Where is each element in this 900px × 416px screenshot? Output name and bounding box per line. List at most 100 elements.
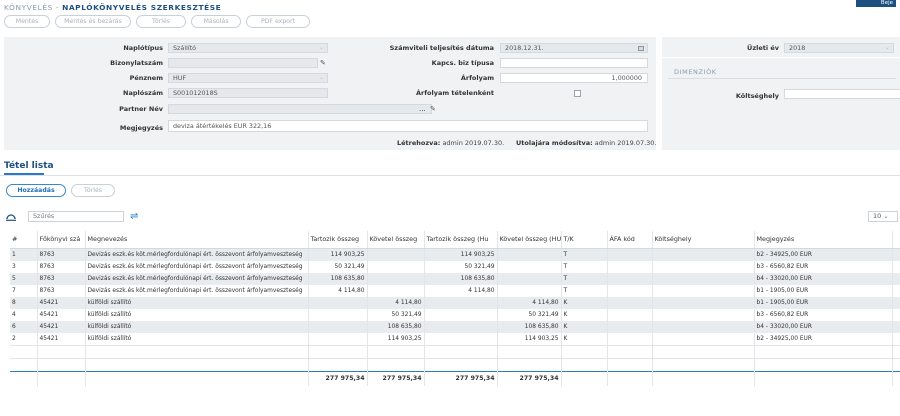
table-row[interactable]: 7 8763 Devizás eszk.és köt.mérlegfordulóna… bbox=[10, 284, 900, 297]
filter-input[interactable]: Szűrés bbox=[28, 211, 124, 222]
table-cell: 8763 bbox=[37, 284, 86, 297]
table-cell: 8763 bbox=[37, 248, 86, 261]
table-row[interactable]: 2 45421 külföldi szállító 114 903,25 114 903… bbox=[10, 332, 900, 345]
table-cell bbox=[424, 308, 498, 321]
delete-button[interactable]: Törlés bbox=[136, 15, 186, 28]
table-cell: K bbox=[561, 332, 608, 345]
col-header-index[interactable]: # bbox=[10, 231, 38, 249]
table-cell: 45421 bbox=[37, 320, 86, 333]
copy-button[interactable]: Másolás bbox=[191, 15, 241, 28]
koltseghely-input[interactable] bbox=[784, 89, 900, 99]
megjegyzes-label: Megjegyzés bbox=[119, 124, 163, 132]
table-cell: Devizás eszk.és köt.mérlegfordulónapi ér… bbox=[85, 284, 309, 297]
table-cell bbox=[37, 344, 86, 358]
table-row[interactable]: 8 45421 külföldi szállító 4 114,80 4 114,80 K… bbox=[10, 296, 900, 309]
table-cell bbox=[607, 308, 653, 321]
chevron-down-icon: ⌄ bbox=[883, 212, 889, 220]
table-cell: 2 bbox=[10, 332, 38, 345]
col-header-megnevezes[interactable]: Megnevezés bbox=[85, 231, 309, 249]
table-cell: 108 635,80 bbox=[497, 320, 562, 333]
table-row[interactable]: 3 8763 Devizás eszk.és köt.mérlegfordulóna… bbox=[10, 260, 900, 273]
table-row[interactable]: 1 8763 Devizás eszk.és köt.mérlegfordulóna… bbox=[10, 248, 900, 261]
table-cell: 114 903,25 bbox=[424, 248, 498, 261]
table-cell bbox=[367, 260, 425, 273]
col-header-tk[interactable]: T/K bbox=[561, 231, 608, 249]
table-cell bbox=[367, 344, 425, 358]
table-cell bbox=[308, 344, 368, 358]
add-item-button[interactable]: Hozzáadás bbox=[6, 184, 66, 197]
login-button[interactable]: Beje bbox=[856, 0, 896, 7]
swap-icon[interactable]: ⇌ bbox=[130, 211, 138, 222]
col-header-afa[interactable]: ÁFA kód bbox=[607, 231, 653, 249]
col-header-tartozik-huf[interactable]: Tartozik összeg (Hu bbox=[424, 231, 498, 249]
page-size-select[interactable]: 10 ⌄ bbox=[868, 211, 898, 222]
table-cell bbox=[892, 332, 900, 345]
uzleti-ev-select[interactable]: 2018 ⌄ bbox=[784, 43, 894, 53]
table-cell bbox=[497, 248, 562, 261]
table-cell bbox=[652, 284, 755, 297]
filter-icon[interactable] bbox=[6, 213, 16, 221]
table-cell: b3 - 6560,82 EUR bbox=[754, 260, 893, 273]
table-cell bbox=[497, 260, 562, 273]
table-cell bbox=[424, 344, 498, 358]
delete-item-button[interactable]: Törlés bbox=[71, 184, 115, 197]
table-cell bbox=[424, 332, 498, 345]
partner-lookup-button[interactable]: ... bbox=[419, 104, 426, 114]
table-cell bbox=[892, 344, 900, 358]
table-cell bbox=[892, 248, 900, 261]
table-cell: 4 bbox=[10, 308, 38, 321]
table-cell: 1 bbox=[10, 248, 38, 261]
table-cell bbox=[652, 357, 755, 371]
pencil-icon[interactable]: ✎ bbox=[430, 104, 436, 114]
table-row[interactable]: 5 8763 Devizás eszk.és köt.mérlegfordulóna… bbox=[10, 272, 900, 285]
naplotipus-select[interactable]: Szállító ⌄ bbox=[168, 43, 328, 53]
table-cell bbox=[607, 332, 653, 345]
table-cell bbox=[892, 370, 900, 386]
table-cell bbox=[424, 320, 498, 333]
total-cell: 277 975,34 bbox=[308, 370, 368, 386]
col-header-koltseghely[interactable]: Költséghely bbox=[652, 231, 755, 249]
table-cell bbox=[85, 370, 309, 386]
col-header-fokonyvi[interactable]: Főkönyvi szá bbox=[37, 231, 86, 249]
arfolyam-tetelenkent-checkbox[interactable] bbox=[574, 90, 581, 97]
save-and-close-button[interactable]: Mentés és bezárás bbox=[55, 15, 131, 28]
table-cell: b4 - 33020,00 EUR bbox=[754, 272, 893, 285]
table-row[interactable]: 4 45421 külföldi szállító 50 321,49 50 321,4… bbox=[10, 308, 900, 321]
table-cell bbox=[652, 260, 755, 273]
bizonylatszam-label: Bizonylatszám bbox=[110, 59, 163, 67]
partner-nev-input[interactable] bbox=[168, 104, 432, 114]
megjegyzes-input[interactable]: deviza átértékelés EUR 322,16 bbox=[168, 120, 648, 132]
bizonylatszam-input[interactable] bbox=[168, 58, 318, 68]
table-cell: K bbox=[561, 296, 608, 309]
arfolyam-input[interactable]: 1,000000 bbox=[500, 73, 648, 83]
table-cell: 4 114,80 bbox=[367, 296, 425, 309]
save-button[interactable]: Mentés bbox=[4, 15, 50, 28]
penznem-select[interactable]: HUF ⌄ bbox=[168, 73, 328, 83]
table-cell bbox=[754, 370, 893, 386]
table-cell: T bbox=[561, 248, 608, 261]
col-header-megjegyzes[interactable]: Megjegyzés bbox=[754, 231, 893, 249]
calendar-icon[interactable] bbox=[638, 46, 644, 51]
table-cell bbox=[497, 284, 562, 297]
col-header-tartozik[interactable]: Tartozik összeg bbox=[308, 231, 368, 249]
table-row[interactable]: 6 45421 külföldi szállító 108 635,80 108 635… bbox=[10, 320, 900, 333]
teljesites-date-input[interactable]: 2018.12.31. bbox=[500, 43, 648, 53]
naploszam-field: S001012018S bbox=[168, 88, 328, 98]
table-cell bbox=[892, 308, 900, 321]
table-cell: Devizás eszk.és köt.mérlegfordulónapi ér… bbox=[85, 260, 309, 273]
table-cell bbox=[85, 344, 309, 358]
table-cell bbox=[892, 357, 900, 371]
col-header-kovetel[interactable]: Követel összeg bbox=[367, 231, 425, 249]
pencil-icon[interactable]: ✎ bbox=[320, 58, 326, 68]
table-cell bbox=[85, 357, 309, 371]
table-cell: T bbox=[561, 260, 608, 273]
dimenziok-title: DIMENZIÓK bbox=[674, 68, 717, 76]
table-cell bbox=[607, 248, 653, 261]
table-cell bbox=[892, 284, 900, 297]
naploszam-label: Naplószám bbox=[123, 89, 163, 97]
kapcs-biz-input[interactable] bbox=[500, 58, 648, 68]
pdf-export-button[interactable]: PDF export bbox=[246, 15, 310, 28]
table-cell: b4 - 33020,00 EUR bbox=[754, 320, 893, 333]
table-cell bbox=[754, 344, 893, 358]
col-header-kovetel-huf[interactable]: Követel összeg (HU bbox=[497, 231, 562, 249]
